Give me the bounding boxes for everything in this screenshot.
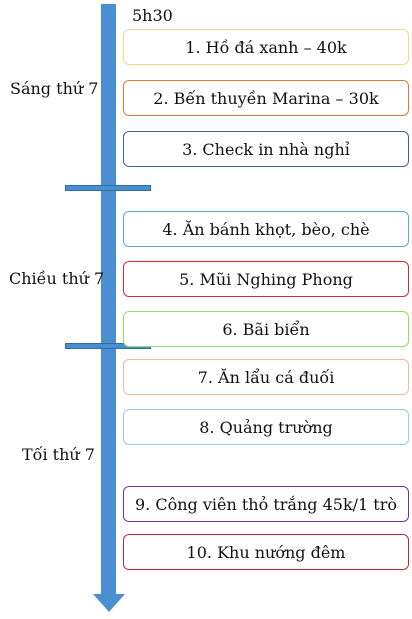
period-label-saturday-afternoon: Chiều thứ 7: [9, 269, 105, 288]
activity-box: 1. Hồ đá xanh – 40k: [123, 29, 409, 65]
period-divider: [65, 185, 151, 191]
period-label-saturday-evening: Tối thứ 7: [22, 445, 95, 464]
activity-box: 6. Bãi biển: [123, 311, 409, 347]
activity-box: 4. Ăn bánh khọt, bèo, chè: [123, 211, 409, 247]
activity-box: 3. Check in nhà nghỉ: [123, 131, 409, 167]
activity-box: 10. Khu nướng đêm: [123, 534, 409, 570]
start-time-label: 5h30: [132, 6, 173, 25]
activity-box: 5. Mũi Nghing Phong: [123, 261, 409, 297]
activity-box: 2. Bến thuyền Marina – 30k: [123, 80, 409, 116]
activity-box: 7. Ăn lẩu cá đuối: [123, 359, 409, 395]
activity-box: 8. Quảng trường: [123, 409, 409, 445]
timeline-arrow-head: [93, 594, 125, 612]
period-label-saturday-morning: Sáng thứ 7: [10, 79, 99, 98]
activity-box: 9. Công viên thỏ trắng 45k/1 trò: [123, 486, 409, 522]
timeline-arrow-shaft: [101, 4, 116, 596]
